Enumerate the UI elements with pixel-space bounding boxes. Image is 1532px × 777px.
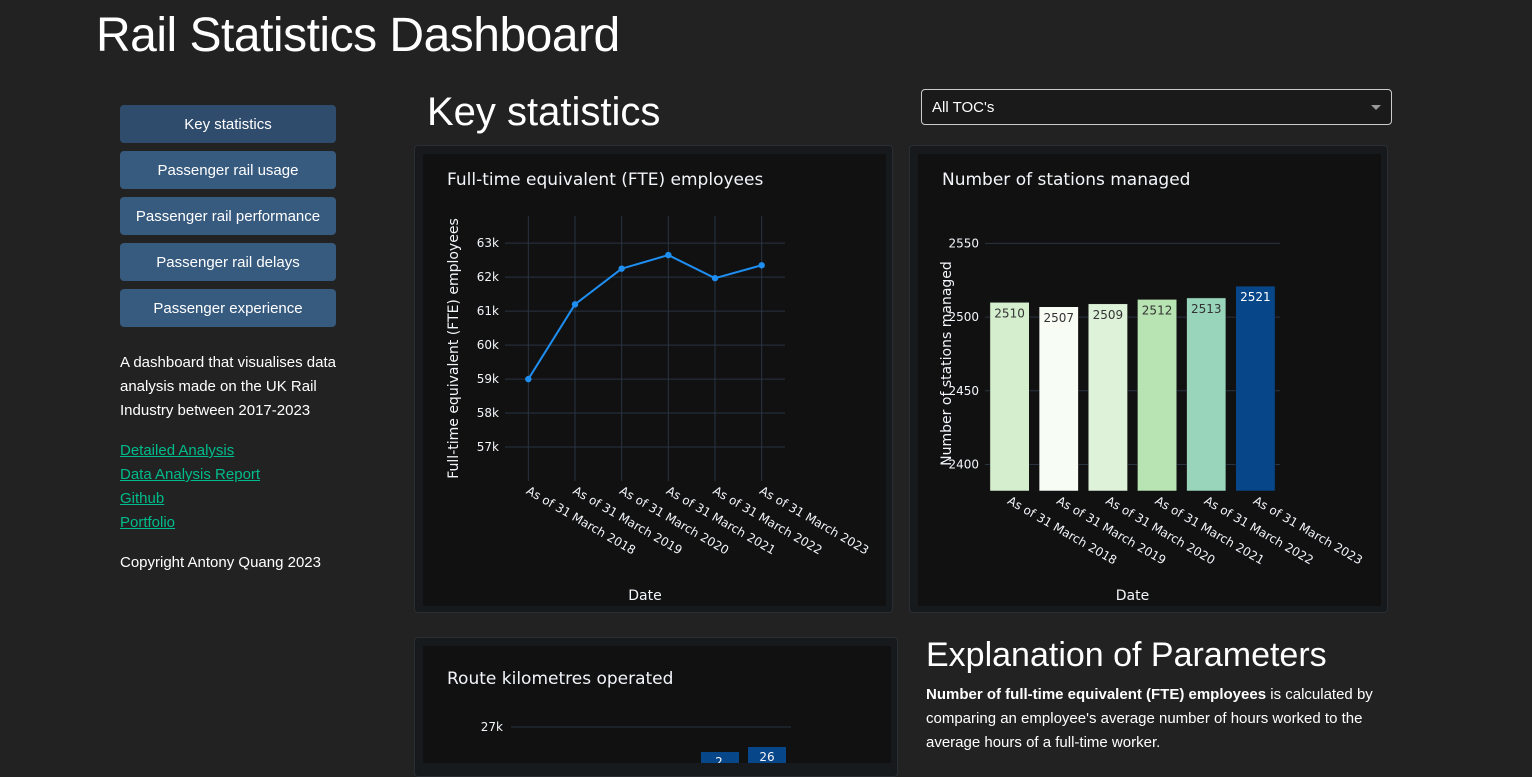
chart-title: Number of stations managed: [942, 170, 1190, 190]
y-tick-label: 58k: [477, 406, 499, 420]
y-tick-label: 61k: [477, 304, 499, 318]
data-point: [525, 375, 532, 383]
bar: [1137, 299, 1178, 492]
explanation-title: Explanation of Parameters: [926, 636, 1327, 674]
bar: [1235, 285, 1276, 492]
dashboard-description: A dashboard that visualises data analysi…: [120, 354, 336, 419]
y-tick-label: 62k: [477, 270, 499, 284]
detailed-analysis-link[interactable]: Detailed Analysis: [120, 439, 234, 463]
route-km-chart-card: Route kilometres operated 27k 2 26: [414, 637, 898, 777]
github-link[interactable]: Github: [120, 487, 164, 511]
copyright-text: Copyright Antony Quang 2023: [120, 554, 321, 571]
y-tick-label: 60k: [477, 338, 499, 352]
data-point: [758, 262, 765, 269]
fte-chart-card: Full-time equivalent (FTE) employees 57k 5…: [414, 145, 893, 613]
toc-dropdown-value: All TOC's: [932, 98, 995, 116]
nav-passenger-rail-performance-button[interactable]: Passenger rail performance: [120, 197, 336, 235]
nav-passenger-rail-delays-button[interactable]: Passenger rail delays: [120, 243, 336, 281]
nav-passenger-experience-button[interactable]: Passenger experience: [120, 289, 336, 327]
section-title: Key statistics: [427, 90, 661, 134]
bar: [1088, 303, 1128, 492]
bar-data-label: 2507: [1043, 311, 1074, 325]
chart-title: Route kilometres operated: [447, 669, 673, 689]
x-axis-title: Date: [628, 588, 661, 604]
bar-data-label: 26: [759, 750, 774, 763]
bar: [989, 302, 1030, 492]
data-analysis-report-link[interactable]: Data Analysis Report: [120, 463, 260, 487]
nav-passenger-rail-usage-button[interactable]: Passenger rail usage: [120, 151, 336, 189]
y-tick-label: 59k: [477, 372, 499, 386]
y-axis-title: Full-time equivalent (FTE) employees: [446, 218, 462, 479]
stations-bar-chart[interactable]: Number of stations managed24002450250025…: [918, 154, 1381, 606]
toc-dropdown[interactable]: All TOC's: [921, 89, 1392, 125]
nav-key-statistics-button[interactable]: Key statistics: [120, 105, 336, 143]
portfolio-link[interactable]: Portfolio: [120, 511, 175, 535]
bar: [1186, 297, 1227, 492]
y-tick-label: 2550: [948, 236, 979, 250]
y-tick-label: 63k: [477, 236, 499, 250]
bar: [1038, 306, 1079, 492]
bar-data-label: 2513: [1191, 302, 1222, 316]
data-point: [571, 301, 579, 308]
route-km-bar-chart[interactable]: Route kilometres operated27k2 26: [423, 646, 891, 763]
data-point: [711, 274, 719, 282]
explanation-text: Number of full-time equivalent (FTE) emp…: [926, 683, 1396, 755]
app-title: Rail Statistics Dashboard: [96, 9, 620, 62]
bar-data-label: 2509: [1093, 308, 1124, 322]
y-axis-title: Number of stations managed: [939, 261, 955, 466]
data-point: [618, 265, 625, 272]
bar-data-label: 2521: [1240, 290, 1271, 304]
bar-data-label: 2512: [1142, 303, 1173, 317]
y-tick-label: 27k: [481, 720, 503, 734]
explanation-term: Number of full-time equivalent (FTE) emp…: [926, 686, 1267, 703]
fte-line-chart[interactable]: Full-time equivalent (FTE) employees 57k 5…: [423, 154, 886, 606]
stations-chart-card: Number of stations managed 2400 2450 2500 25…: [909, 145, 1388, 613]
chart-title: Full-time equivalent (FTE) employees: [447, 170, 763, 190]
chart-background: [423, 646, 891, 763]
data-point: [665, 251, 672, 259]
x-axis-title: Date: [1116, 588, 1149, 604]
chevron-down-icon[interactable]: [1371, 105, 1381, 110]
y-tick-label: 57k: [477, 440, 499, 454]
bar-data-label: 2510: [994, 306, 1025, 320]
